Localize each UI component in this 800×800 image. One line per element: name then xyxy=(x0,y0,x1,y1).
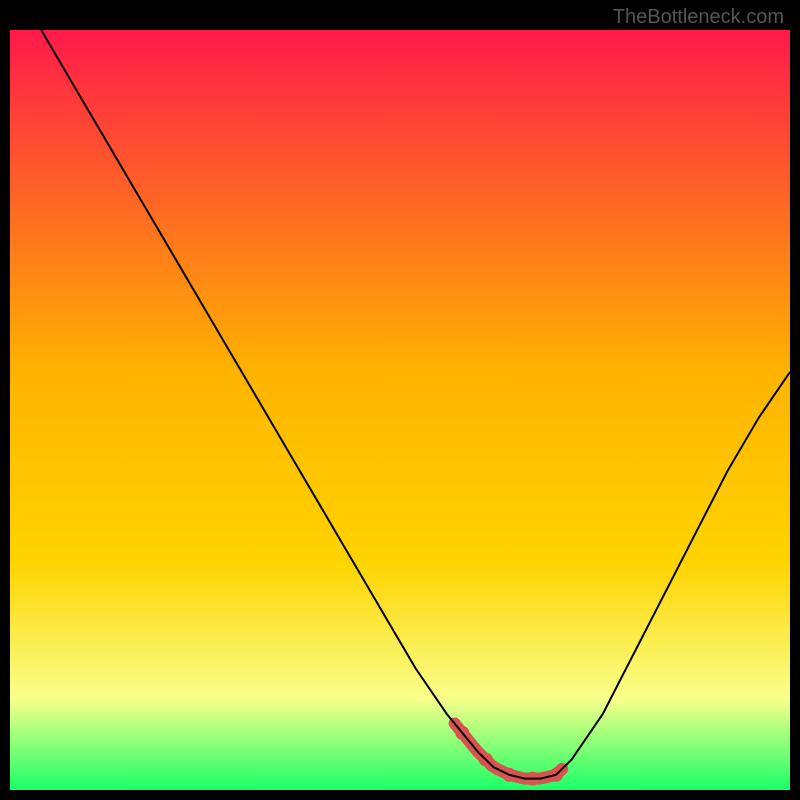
watermark-text: TheBottleneck.com xyxy=(613,6,784,29)
bottleneck-curve-chart xyxy=(10,30,790,790)
gradient-background xyxy=(10,30,790,790)
chart-area xyxy=(10,30,790,790)
